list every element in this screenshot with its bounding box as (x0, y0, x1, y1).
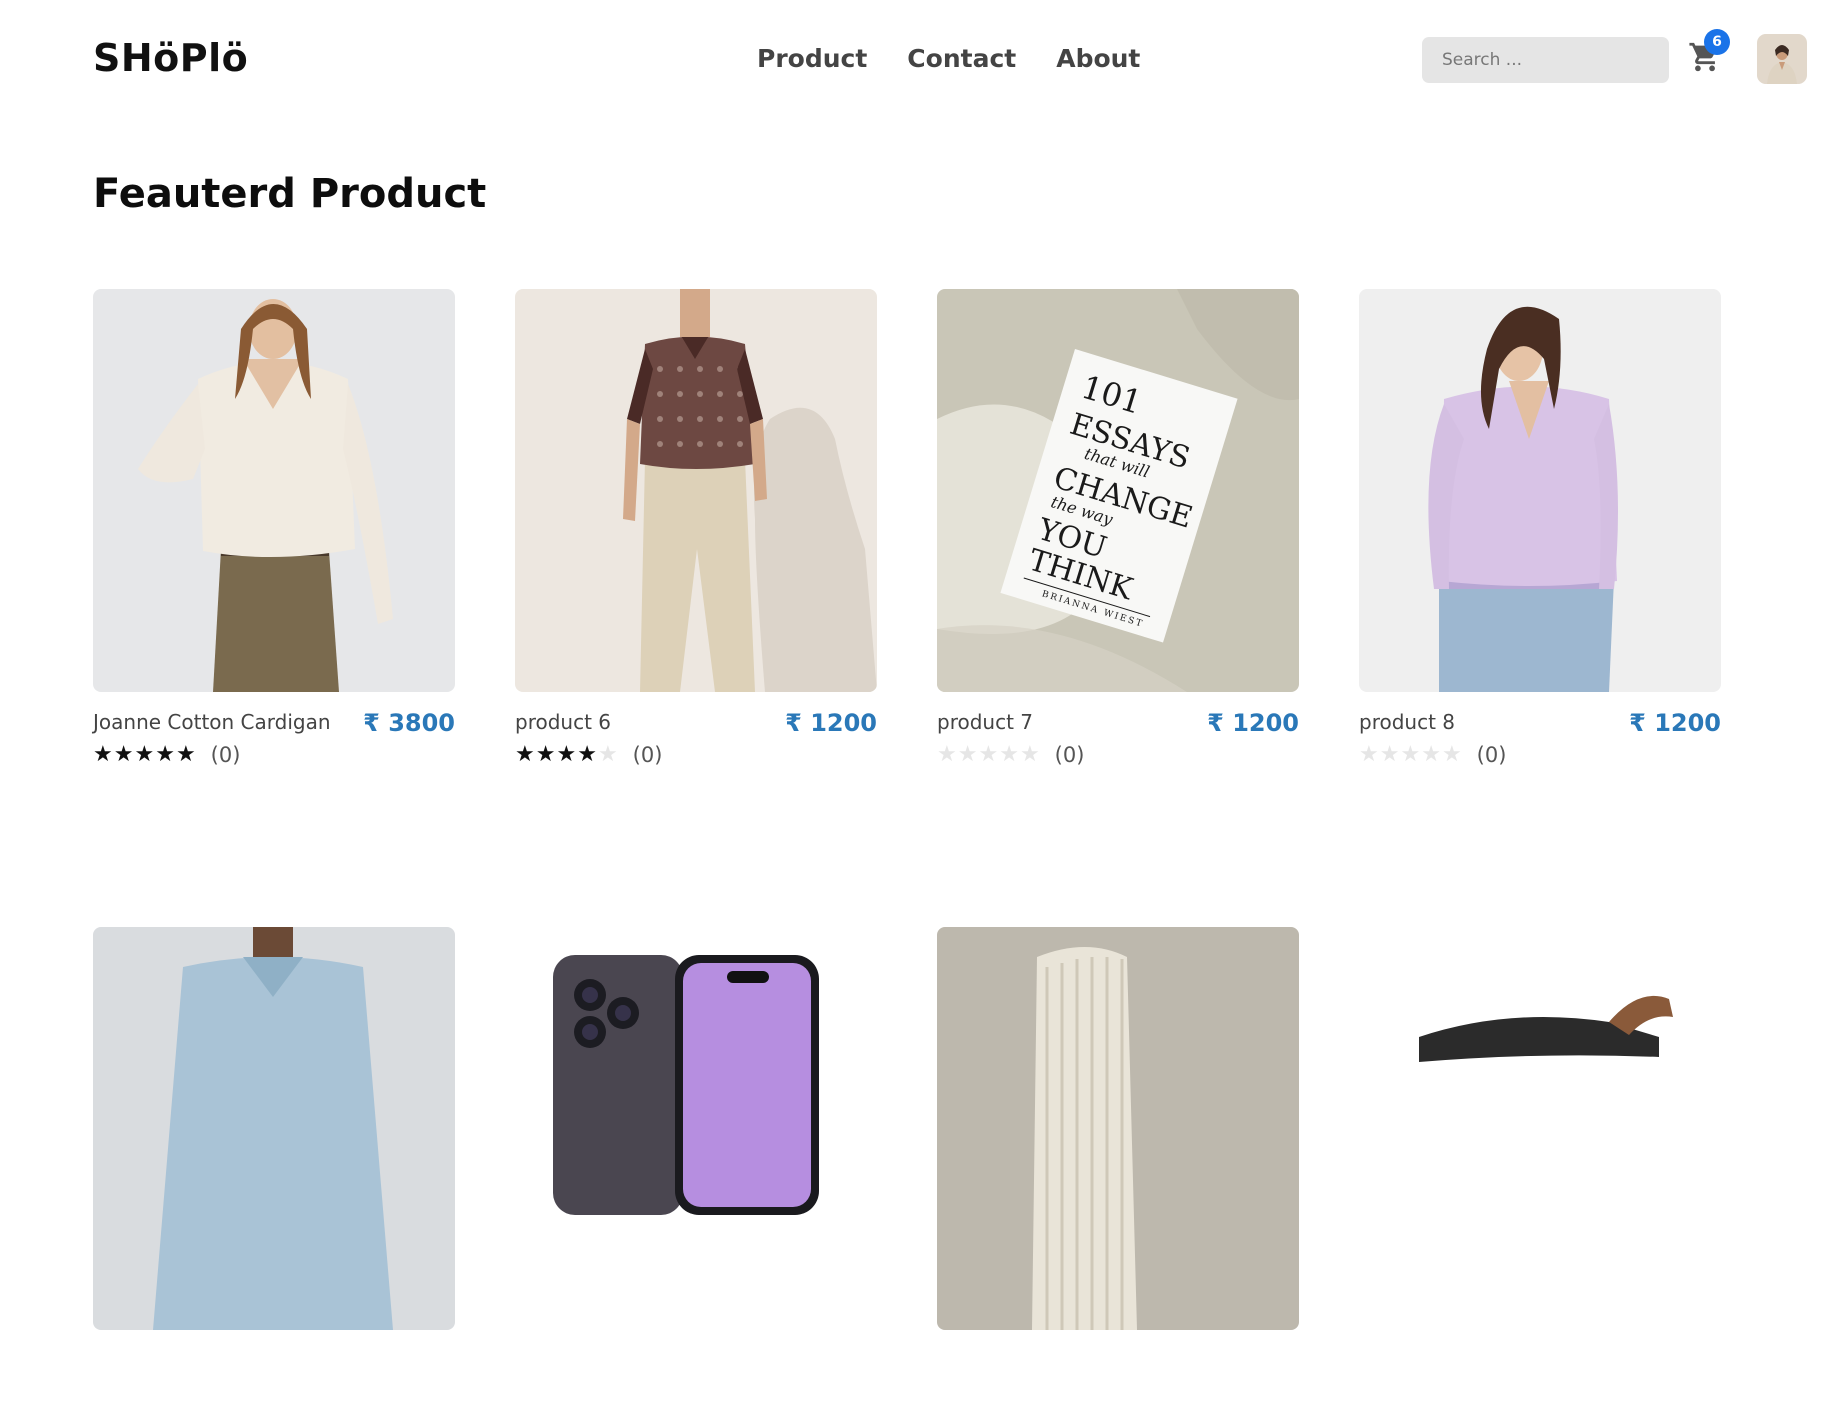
review-count: (0) (632, 743, 663, 767)
rating-stars: ★★★★★ (1359, 743, 1463, 767)
section-title: Feauterd Product (93, 171, 487, 217)
product-card[interactable] (1359, 927, 1721, 1418)
product-price: ₹ 1200 (1207, 709, 1299, 737)
site-header: SHöPlö Product Contact About 6 (0, 0, 1836, 120)
product-info (515, 1348, 877, 1418)
star-icon: ★ (535, 742, 557, 767)
star-icon: ★ (515, 742, 536, 767)
search-input[interactable] (1422, 37, 1669, 83)
star-icon: ★ (1359, 742, 1380, 767)
rating-stars: ★★★★★ (937, 743, 1041, 767)
product-price: ₹ 3800 (363, 709, 455, 737)
product-name[interactable]: product 8 (1359, 710, 1455, 734)
rating-stars: ★★★★★ (515, 743, 619, 767)
product-info (93, 1348, 455, 1418)
star-icon: ★ (577, 742, 598, 767)
rating-stars: ★★★★★ (93, 743, 197, 767)
product-info (1359, 1348, 1721, 1418)
product-rating: ★★★★★ (0) (515, 743, 663, 768)
star-icon: ★ (937, 742, 958, 767)
star-icon: ★ (1441, 742, 1463, 767)
user-avatar[interactable] (1757, 34, 1807, 84)
star-icon: ★ (93, 742, 114, 767)
product-card[interactable]: 101 ESSAYS that will CHANGE the way YOU … (937, 289, 1299, 780)
star-icon: ★ (1400, 742, 1422, 767)
product-info (937, 1348, 1299, 1418)
product-info: product 7 ₹ 1200 ★★★★★ (0) (937, 709, 1299, 780)
product-info: product 8 ₹ 1200 ★★★★★ (0) (1359, 709, 1721, 780)
star-icon: ★ (113, 742, 135, 767)
product-image[interactable] (93, 289, 455, 692)
review-count: (0) (1476, 743, 1507, 767)
product-rating: ★★★★★ (0) (937, 743, 1085, 768)
star-icon: ★ (1019, 742, 1041, 767)
star-icon: ★ (999, 742, 1020, 767)
product-rating: ★★★★★ (0) (93, 743, 241, 768)
nav-contact[interactable]: Contact (907, 44, 1016, 73)
product-image[interactable] (1359, 927, 1721, 1330)
product-info: product 6 ₹ 1200 ★★★★★ (0) (515, 709, 877, 780)
star-icon: ★ (1421, 742, 1442, 767)
product-card[interactable]: Joanne Cotton Cardigan ₹ 3800 ★★★★★ (0) (93, 289, 455, 780)
product-image[interactable] (515, 289, 877, 692)
product-price: ₹ 1200 (785, 709, 877, 737)
main-nav: Product Contact About (757, 44, 1140, 73)
product-card[interactable]: product 8 ₹ 1200 ★★★★★ (0) (1359, 289, 1721, 780)
review-count: (0) (210, 743, 241, 767)
star-icon: ★ (978, 742, 1000, 767)
product-price: ₹ 1200 (1629, 709, 1721, 737)
product-card[interactable] (937, 927, 1299, 1418)
star-icon: ★ (175, 742, 197, 767)
product-name[interactable]: product 7 (937, 710, 1033, 734)
star-icon: ★ (134, 742, 156, 767)
review-count: (0) (1054, 743, 1085, 767)
product-name[interactable]: Joanne Cotton Cardigan (93, 710, 331, 734)
nav-about[interactable]: About (1056, 44, 1140, 73)
nav-product[interactable]: Product (757, 44, 867, 73)
star-icon: ★ (1379, 742, 1401, 767)
product-image[interactable]: 101 ESSAYS that will CHANGE the way YOU … (937, 289, 1299, 692)
product-rating: ★★★★★ (0) (1359, 743, 1507, 768)
product-image[interactable] (93, 927, 455, 1330)
product-image[interactable] (937, 927, 1299, 1330)
product-info: Joanne Cotton Cardigan ₹ 3800 ★★★★★ (0) (93, 709, 455, 780)
product-card[interactable] (93, 927, 455, 1418)
star-icon: ★ (556, 742, 578, 767)
star-icon: ★ (957, 742, 979, 767)
logo[interactable]: SHöPlö (93, 36, 248, 80)
product-grid: Joanne Cotton Cardigan ₹ 3800 ★★★★★ (0) (93, 289, 1723, 1418)
cart-count-badge: 6 (1704, 29, 1730, 55)
star-icon: ★ (597, 742, 619, 767)
product-image[interactable] (1359, 289, 1721, 692)
product-card[interactable]: product 6 ₹ 1200 ★★★★★ (0) (515, 289, 877, 780)
product-name[interactable]: product 6 (515, 710, 611, 734)
star-icon: ★ (155, 742, 176, 767)
product-card[interactable] (515, 927, 877, 1418)
product-image[interactable] (515, 927, 877, 1330)
